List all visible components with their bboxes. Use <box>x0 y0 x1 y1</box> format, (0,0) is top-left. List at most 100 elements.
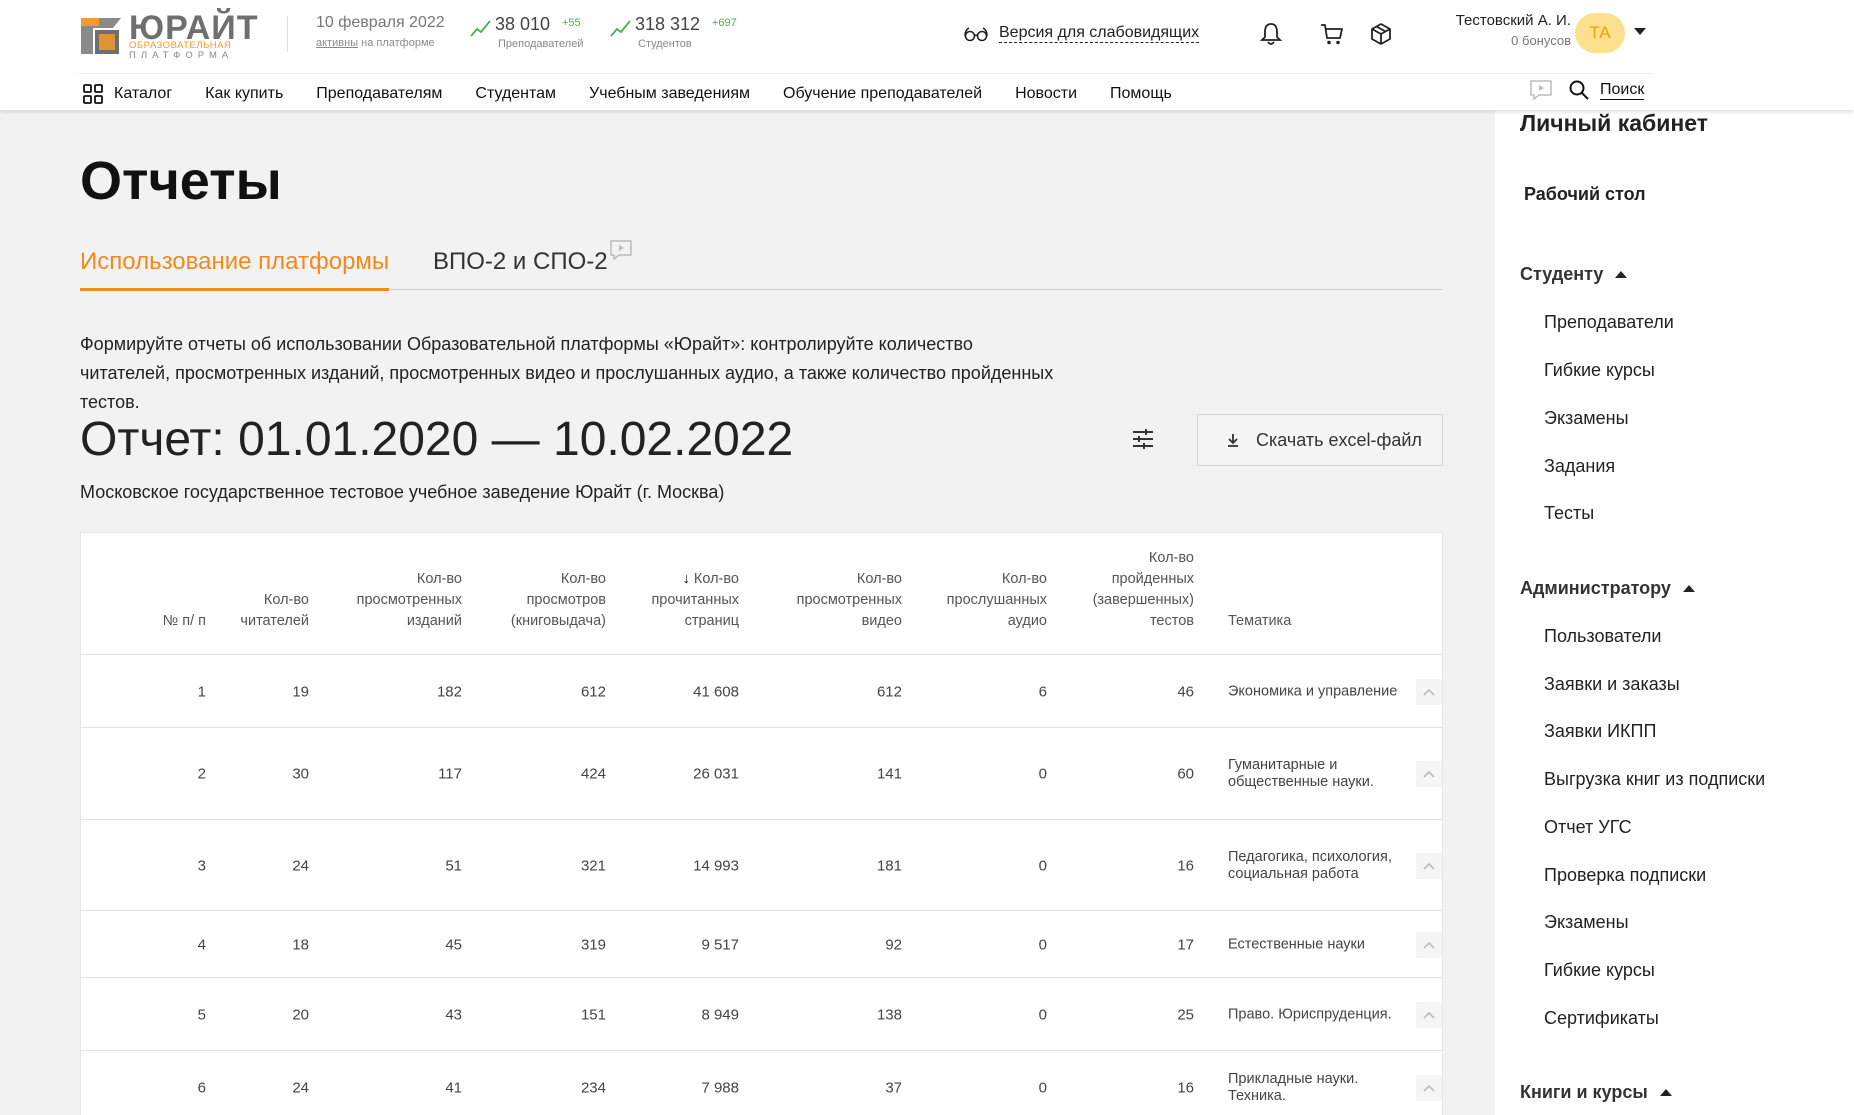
cell-video: 92 <box>885 936 902 953</box>
cell-topic: Право. Юриспруденция. <box>1228 1006 1392 1022</box>
current-date: 10 февраля 2022 <box>316 14 445 31</box>
bell-icon[interactable] <box>1257 20 1285 48</box>
nav-teacher-training[interactable]: Обучение преподавателей <box>783 85 982 103</box>
teachers-label: Преподавателей <box>498 38 584 50</box>
cell-pages: 14 993 <box>693 857 739 874</box>
cell-pages: 26 031 <box>693 765 739 783</box>
cell-audio: 0 <box>1038 765 1047 783</box>
column-header-listened-audio[interactable]: Кол-во прослушанных аудио <box>927 569 1047 632</box>
cell-readers: 18 <box>292 936 309 953</box>
column-header-viewed-editions[interactable]: Кол-во просмотренных изданий <box>342 569 462 632</box>
accessibility-label: Версия для слабовидящих <box>999 23 1200 43</box>
cell-number: 6 <box>197 1079 206 1096</box>
user-menu-chevron-down-icon[interactable] <box>1634 28 1646 35</box>
logo-subtitle-2: ПЛАТФОРМА <box>129 50 234 61</box>
sidebar-section-label: Студенту <box>1520 264 1604 284</box>
sidebar-section-student[interactable]: Студенту <box>1520 264 1628 285</box>
logo[interactable]: ЮРАЙТ ОБРАЗОВАТЕЛЬНАЯ ПЛАТФОРМА <box>79 9 263 61</box>
user-name: Тестовский А. И. <box>1455 12 1571 29</box>
nav-institutions[interactable]: Учебным заведениям <box>589 85 750 103</box>
filter-settings-icon[interactable] <box>1130 426 1156 452</box>
nav-catalog[interactable]: Каталог <box>82 83 172 105</box>
cell-video: 37 <box>885 1079 902 1096</box>
sidebar-item-ugs-report[interactable]: Отчет УГС <box>1544 817 1632 838</box>
sidebar-item-exams[interactable]: Экзамены <box>1544 408 1629 429</box>
cell-readers: 30 <box>292 765 309 783</box>
sidebar-item-users[interactable]: Пользователи <box>1544 626 1661 647</box>
sidebar-item-flex-courses[interactable]: Гибкие курсы <box>1544 360 1655 381</box>
table-row[interactable]: 3 24 51 321 14 993 181 0 16 Педагогика, … <box>81 821 1442 911</box>
chevron-up-icon[interactable] <box>1416 761 1442 787</box>
nav-help[interactable]: Помощь <box>1110 85 1172 103</box>
cell-readers: 19 <box>292 683 309 700</box>
cell-pages: 9 517 <box>701 936 739 953</box>
nav-teachers[interactable]: Преподавателям <box>316 85 442 103</box>
cell-topic: Естественные науки <box>1228 936 1365 952</box>
table-row[interactable]: 6 24 41 234 7 988 37 0 16 Прикладные нау… <box>81 1052 1442 1115</box>
column-header-passed-tests[interactable]: Кол-во пройденных (завершенных) тестов <box>1074 548 1194 632</box>
table-row[interactable]: 2 30 117 424 26 031 141 0 60 Гуманитарны… <box>81 729 1442 820</box>
students-stat: 318 312 +697 Студентов <box>610 12 760 52</box>
sidebar-item-certificates[interactable]: Сертификаты <box>1544 1008 1659 1029</box>
chevron-up-icon[interactable] <box>1416 1074 1442 1101</box>
sidebar-section-admin[interactable]: Администратору <box>1520 578 1695 599</box>
cell-number: 1 <box>197 683 206 700</box>
trend-up-icon <box>610 20 631 37</box>
nav-catalog-label: Каталог <box>114 85 173 102</box>
chat-feedback-icon[interactable] <box>608 238 634 262</box>
chevron-up-icon[interactable] <box>1416 678 1442 705</box>
column-header-viewed-video[interactable]: Кол-во просмотренных видео <box>782 569 902 632</box>
cell-tests: 25 <box>1177 1006 1194 1023</box>
package-icon[interactable] <box>1367 20 1395 48</box>
sidebar-item-subscription-check[interactable]: Проверка подписки <box>1544 865 1706 886</box>
sidebar-item-admin-exams[interactable]: Экзамены <box>1544 912 1629 933</box>
sidebar-section-books-courses[interactable]: Книги и курсы <box>1520 1082 1672 1103</box>
active-link[interactable]: активны <box>316 37 358 49</box>
collapse-up-icon <box>1659 1089 1672 1096</box>
column-header-read-pages[interactable]: ↓ Кол-во прочитанных страниц <box>629 569 739 632</box>
sidebar-item-desktop[interactable]: Рабочий стол <box>1524 184 1646 205</box>
nav-news[interactable]: Новости <box>1015 85 1077 103</box>
chevron-up-icon[interactable] <box>1416 931 1442 958</box>
search-link[interactable]: Поиск <box>1600 81 1645 100</box>
sidebar-item-orders[interactable]: Заявки и заказы <box>1544 674 1680 695</box>
sidebar-item-teachers[interactable]: Преподаватели <box>1544 312 1674 333</box>
accessibility-version-link[interactable]: Версия для слабовидящих <box>963 22 1200 44</box>
search-area: Поиск <box>1528 78 1645 102</box>
cell-audio: 0 <box>1038 1079 1047 1096</box>
cell-number: 2 <box>197 765 206 783</box>
table-row[interactable]: 5 20 43 151 8 949 138 0 25 Право. Юриспр… <box>81 979 1442 1051</box>
table-row[interactable]: 4 18 45 319 9 517 92 0 17 Естественные н… <box>81 912 1442 978</box>
cell-pages: 7 988 <box>701 1079 739 1096</box>
sidebar-item-ikpp-requests[interactable]: Заявки ИКПП <box>1544 721 1656 742</box>
column-header-number[interactable]: № п/ п <box>126 611 206 632</box>
sidebar-item-tasks[interactable]: Задания <box>1544 456 1615 477</box>
avatar[interactable]: ТА <box>1575 13 1625 53</box>
cell-views: 612 <box>580 683 606 700</box>
chevron-up-icon[interactable] <box>1416 852 1442 879</box>
sidebar-item-books-export[interactable]: Выгрузка книг из подписки <box>1544 769 1765 790</box>
page-title: Отчеты <box>80 151 282 211</box>
cart-icon[interactable] <box>1318 20 1346 48</box>
tab-platform-usage[interactable]: Использование платформы <box>80 248 390 291</box>
search-icon[interactable] <box>1568 79 1590 101</box>
sidebar-item-tests[interactable]: Тесты <box>1544 503 1594 524</box>
sidebar-item-admin-flex-courses[interactable]: Гибкие курсы <box>1544 960 1655 981</box>
download-excel-label: Скачать excel-файл <box>1256 429 1422 450</box>
tab-vpo-spo[interactable]: ВПО-2 и СПО-2 <box>433 248 608 276</box>
column-header-views[interactable]: Кол-во просмотров (книговыдача) <box>486 569 606 632</box>
download-excel-button[interactable]: Скачать excel-файл <box>1197 414 1443 466</box>
chat-feedback-icon[interactable] <box>1528 78 1554 102</box>
cell-editions: 45 <box>445 936 462 953</box>
collapse-up-icon <box>1682 585 1695 592</box>
user-info[interactable]: Тестовский А. И. 0 бонусов <box>1441 12 1571 48</box>
nav-students[interactable]: Студентам <box>475 85 556 103</box>
chevron-up-icon[interactable] <box>1416 1001 1442 1028</box>
logo-mark-icon <box>81 18 121 54</box>
nav-how-to-buy[interactable]: Как купить <box>205 85 283 103</box>
column-header-topic[interactable]: Тематика <box>1228 611 1348 632</box>
table-row[interactable]: 1 19 182 612 41 608 612 6 46 Экономика и… <box>81 656 1442 728</box>
cell-tests: 16 <box>1177 857 1194 874</box>
report-title: Отчет: 01.01.2020 — 10.02.2022 <box>80 413 794 466</box>
column-header-readers[interactable]: Кол-во читателей <box>229 590 309 632</box>
